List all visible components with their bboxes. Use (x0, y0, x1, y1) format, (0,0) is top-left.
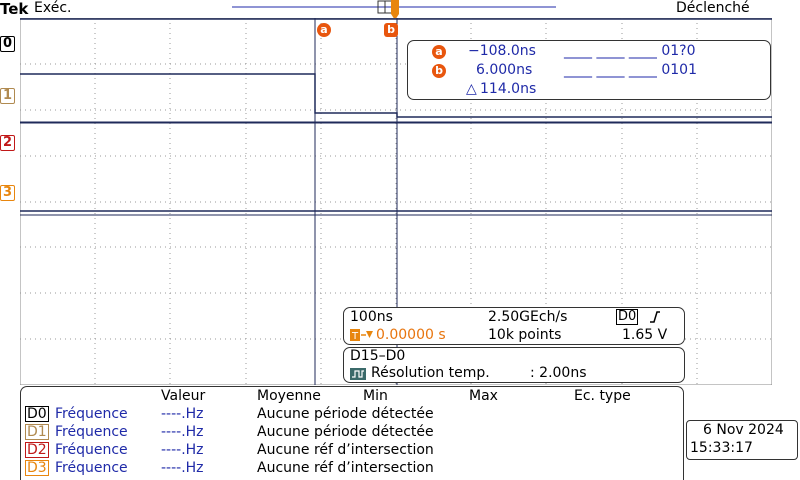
timebase: 100ns (350, 309, 393, 325)
channel-0-marker[interactable]: 0 (0, 36, 15, 52)
time: 15:33:17 (690, 440, 753, 456)
datetime-panel: 6 Nov 2024 15:33:17 (686, 420, 798, 460)
cursor-a-time: −108.0ns (468, 43, 536, 59)
trigger-position: 0.00000 s (376, 327, 446, 343)
header-max: Max (469, 388, 498, 404)
measurement-note: Aucune période détectée (257, 424, 434, 440)
channel-2-marker[interactable]: 2 (0, 135, 15, 151)
header-min: Min (363, 388, 388, 404)
channel-1-marker[interactable]: 1 (0, 88, 15, 104)
sample-rate: 2.50GEch/s (488, 309, 568, 325)
measurement-name: Fréquence (55, 406, 128, 422)
channel-3-marker[interactable]: 3 (0, 185, 15, 201)
cursor-delta: 114.0ns (480, 81, 537, 97)
cursor-a-pattern: ____ ____ ____ 01?0 (564, 43, 696, 59)
table-row[interactable]: D1 Fréquence ----.Hz Aucune période déte… (21, 424, 701, 442)
measurement-name: Fréquence (55, 442, 128, 458)
header-std: Ec. type (574, 388, 631, 404)
table-row[interactable]: D2 Fréquence ----.Hz Aucune réf d’inters… (21, 442, 701, 460)
channel-badge: D0 (25, 406, 49, 422)
delta-symbol: △ (466, 81, 477, 97)
run-status: Exéc. (34, 0, 72, 16)
measurement-name: Fréquence (55, 424, 128, 440)
resolution-label: Résolution temp. (371, 365, 490, 381)
cursor-b-pattern: ____ ____ ____ 0101 (564, 62, 697, 78)
cursor-b-time: 6.000ns (476, 62, 533, 78)
resolution-value: : 2.00ns (530, 365, 587, 381)
channel-badge: D1 (25, 424, 49, 440)
measurement-note: Aucune réf d’intersection (257, 460, 434, 476)
table-row[interactable]: D0 Fréquence ----.Hz Aucune période déte… (21, 406, 701, 424)
rising-edge-icon (650, 311, 660, 323)
measurement-note: Aucune réf d’intersection (257, 442, 434, 458)
measurement-note: Aucune période détectée (257, 406, 434, 422)
measurement-value: ----.Hz (161, 442, 204, 458)
record-length: 10k points (488, 327, 562, 343)
top-status-bar: Tek Exéc. Déclenché (0, 0, 800, 20)
measurements-header: Valeur Moyenne Min Max Ec. type (21, 388, 701, 406)
measurement-value: ----.Hz (161, 424, 204, 440)
measurements-panel[interactable]: Valeur Moyenne Min Max Ec. type D0 Fréqu… (20, 386, 684, 480)
cursor-a-tag[interactable]: a (317, 23, 331, 37)
cursor-readout-panel: a −108.0ns ____ ____ ____ 01?0 b 6.000ns… (407, 40, 771, 100)
trigger-state: Déclenché (676, 0, 750, 16)
bus-panel[interactable]: D15–D0 Résolution temp. : 2.00ns (343, 347, 685, 383)
measurement-value: ----.Hz (161, 460, 204, 476)
measurement-value: ----.Hz (161, 406, 204, 422)
trigger-source: D0 (616, 309, 639, 325)
date: 6 Nov 2024 (703, 422, 784, 438)
table-row[interactable]: D3 Fréquence ----.Hz Aucune réf d’inters… (21, 460, 701, 478)
acquisition-panel[interactable]: 100ns 2.50GEch/s D0 T 0.00000 s 10k poin… (343, 307, 685, 345)
channel-badge: D2 (25, 442, 49, 458)
bus-name: D15–D0 (350, 348, 406, 364)
trigger-position-icon: T (350, 329, 373, 342)
channel-badge: D3 (25, 460, 49, 476)
readout-a-tag: a (432, 45, 446, 59)
measurement-name: Fréquence (55, 460, 128, 476)
timing-resolution-icon (350, 368, 366, 380)
header-value: Valeur (161, 388, 206, 404)
svg-text:T: T (351, 331, 359, 342)
cursor-b-tag[interactable]: b (384, 23, 398, 37)
readout-b-tag: b (432, 64, 446, 78)
trigger-level: 1.65 V (622, 327, 668, 343)
header-mean: Moyenne (257, 388, 321, 404)
brand-logo: Tek (0, 0, 29, 18)
